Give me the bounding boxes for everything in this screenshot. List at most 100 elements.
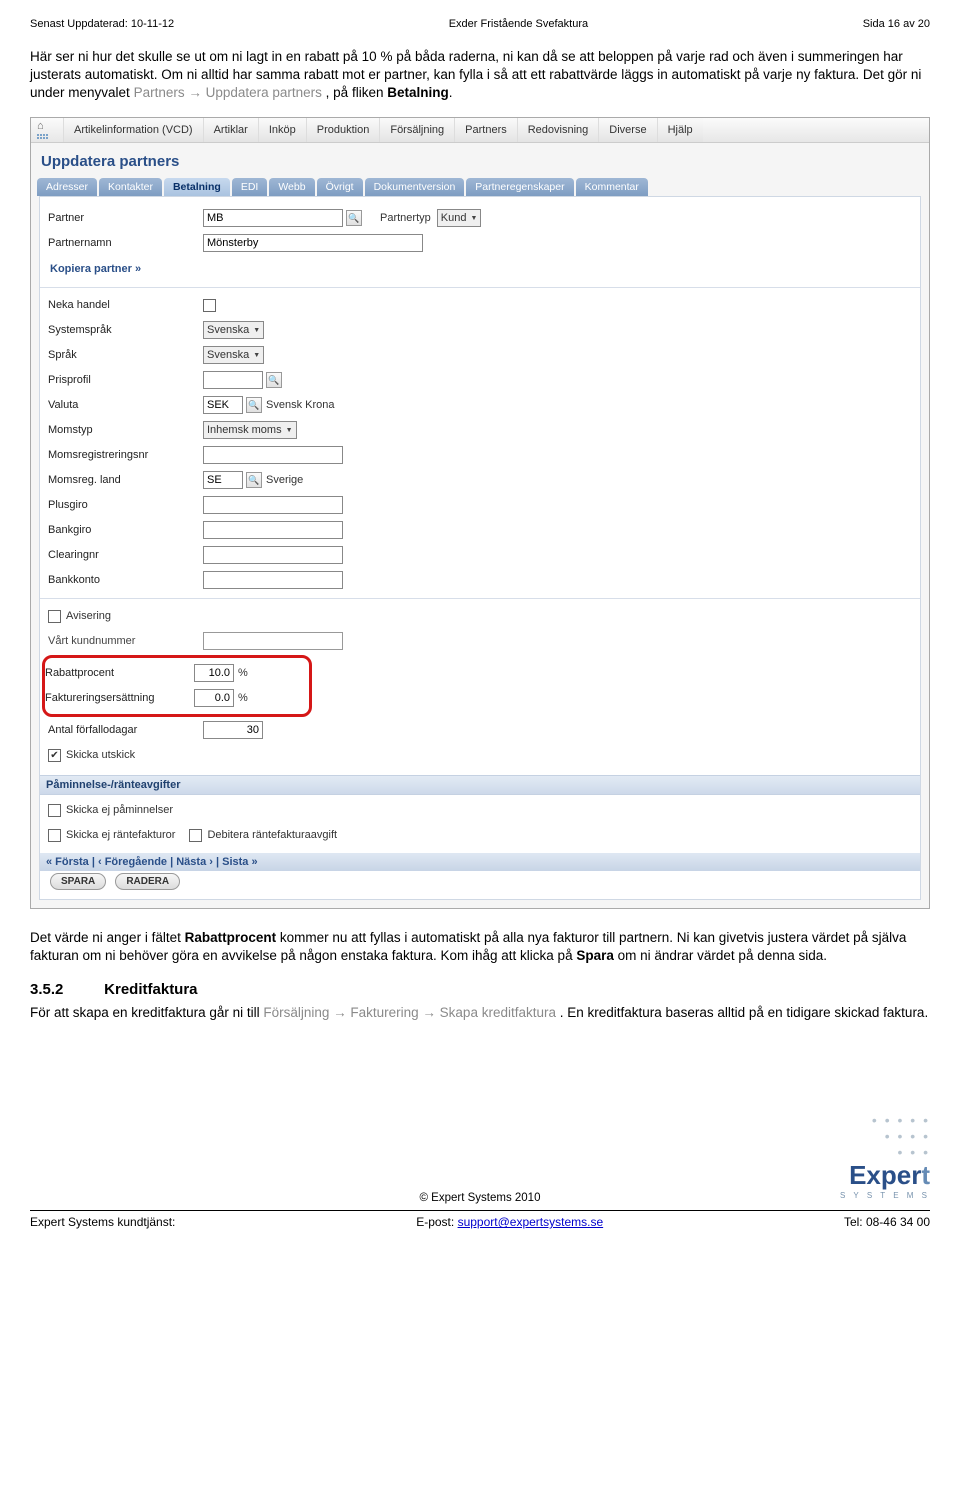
momsregland-input[interactable] (203, 471, 243, 489)
label: Plusgiro (48, 499, 203, 511)
row-avisering: Avisering (48, 605, 912, 628)
checkbox[interactable] (48, 804, 61, 817)
lookup-icon[interactable]: 🔍 (246, 397, 262, 413)
row-skicka-ej-rantefakturor: Skicka ej räntefakturor Debitera räntefa… (48, 824, 912, 847)
label: Systemspråk (48, 324, 203, 336)
clearingnr-input[interactable] (203, 546, 343, 564)
app-menubar: ⌂ Artikelinformation (VCD) Artiklar Inkö… (31, 118, 929, 143)
kopiera-partner-link[interactable]: Kopiera partner » (48, 257, 143, 281)
divider (40, 287, 920, 288)
menu-item[interactable]: Produktion (306, 118, 380, 142)
faktureringsersattning-input[interactable] (194, 689, 234, 707)
label: Skicka ej räntefakturor (66, 829, 175, 841)
menu-item[interactable]: Redovisning (517, 118, 599, 142)
menu-item[interactable]: Diverse (598, 118, 656, 142)
label: Vårt kundnummer (48, 635, 203, 647)
rabatt-unit: % (238, 667, 248, 679)
t: För att skapa en kreditfaktura går ni ti… (30, 1005, 263, 1020)
brand-name: Expert (30, 1160, 930, 1191)
header-right: Sida 16 av 20 (863, 18, 930, 30)
checkbox[interactable] (48, 829, 61, 842)
valuta-input[interactable] (203, 396, 243, 414)
lookup-icon[interactable]: 🔍 (346, 210, 362, 226)
avisering-checkbox[interactable] (48, 610, 61, 623)
rabatt-highlight: Rabattprocent % Faktureringsersättning % (42, 655, 312, 717)
tab-partneregenskaper[interactable]: Partneregenskaper (466, 178, 573, 196)
bankgiro-input[interactable] (203, 521, 343, 539)
t: Det värde ni anger i fältet (30, 930, 185, 945)
row-plusgiro: Plusgiro (48, 494, 912, 517)
partnernamn-input[interactable] (203, 234, 423, 252)
tab-ovrigt[interactable]: Övrigt (317, 178, 363, 196)
menu-item[interactable]: Partners (454, 118, 517, 142)
pager[interactable]: « Första | ‹ Föregående | Nästa › | Sist… (40, 853, 920, 871)
copyright: © Expert Systems 2010 (30, 1192, 930, 1204)
label: Prisprofil (48, 374, 203, 386)
brand-text-x: t (921, 1160, 930, 1190)
row-systemsprak: Systemspråk Svenska (48, 319, 912, 342)
bankkonto-input[interactable] (203, 571, 343, 589)
lookup-icon[interactable]: 🔍 (246, 472, 262, 488)
tab-webb[interactable]: Webb (269, 178, 314, 196)
row-partner: Partner 🔍 Partnertyp Kund (48, 207, 912, 230)
row-bankgiro: Bankgiro (48, 519, 912, 542)
row-bankkonto: Bankkonto (48, 569, 912, 592)
tab-edi[interactable]: EDI (232, 178, 268, 196)
label: Bankkonto (48, 574, 203, 586)
label: Momsreg. land (48, 474, 203, 486)
menu-item[interactable]: Inköp (258, 118, 306, 142)
row-neka-handel: Neka handel (48, 294, 912, 317)
footer-mid: E-post: support@expertsystems.se (416, 1215, 603, 1229)
section-352-paragraph: För att skapa en kreditfaktura går ni ti… (30, 1004, 930, 1022)
tab-kontakter[interactable]: Kontakter (99, 178, 162, 196)
rabattprocent-input[interactable] (194, 664, 234, 682)
tab-kommentar[interactable]: Kommentar (576, 178, 648, 196)
label: Skicka ej påminnelser (66, 804, 173, 816)
momsregnr-input[interactable] (203, 446, 343, 464)
label: Clearingnr (48, 549, 203, 561)
section-paminnelse: Påminnelse-/ränteavgifter (40, 775, 920, 795)
forfallodagar-input[interactable] (203, 721, 263, 739)
sprak-select[interactable]: Svenska (203, 346, 264, 364)
button-bar: SPARA RADERA (48, 875, 912, 887)
value: Svenska (207, 349, 249, 361)
menu-item[interactable]: Artiklar (203, 118, 258, 142)
delete-button[interactable]: RADERA (115, 873, 180, 890)
neka-handel-checkbox[interactable] (203, 299, 216, 312)
save-button[interactable]: SPARA (50, 873, 106, 890)
row-prisprofil: Prisprofil 🔍 (48, 369, 912, 392)
label: Skicka utskick (66, 749, 135, 761)
tab-adresser[interactable]: Adresser (37, 178, 97, 196)
tab-strip: Adresser Kontakter Betalning EDI Webb Öv… (31, 178, 929, 196)
lookup-icon[interactable]: 🔍 (266, 372, 282, 388)
partner-input[interactable] (203, 209, 343, 227)
intro-tabname: Betalning (387, 85, 449, 100)
momsregland-display: Sverige (266, 474, 303, 486)
skicka-utskick-checkbox[interactable]: ✔ (48, 749, 61, 762)
plusgiro-input[interactable] (203, 496, 343, 514)
label: Debitera räntefakturaavgift (207, 829, 337, 841)
menubar-home-cell[interactable]: ⌂ (35, 118, 63, 142)
momstyp-select[interactable]: Inhemsk moms (203, 421, 297, 439)
tab-betalning[interactable]: Betalning (164, 178, 230, 196)
checkbox[interactable] (189, 829, 202, 842)
menu-item[interactable]: Artikelinformation (VCD) (63, 118, 203, 142)
vart-kundnummer-input[interactable] (203, 632, 343, 650)
label: Bankgiro (48, 524, 203, 536)
tab-dokumentversion[interactable]: Dokumentversion (365, 178, 465, 196)
row-sprak: Språk Svenska (48, 344, 912, 367)
menu-item[interactable]: Försäljning (379, 118, 454, 142)
row-vart-kundnummer: Vårt kundnummer (48, 630, 912, 653)
row-valuta: Valuta 🔍 Svensk Krona (48, 394, 912, 417)
label-partnernamn: Partnernamn (48, 237, 203, 249)
footer-left: Expert Systems kundtjänst: (30, 1215, 175, 1229)
row-skicka-utskick: ✔ Skicka utskick (48, 744, 912, 767)
heading-3-5-2: 3.5.2 Kreditfaktura (30, 981, 930, 998)
partnertyp-select[interactable]: Kund (437, 209, 482, 227)
t-bold: Rabattprocent (185, 930, 277, 945)
support-email-link[interactable]: support@expertsystems.se (458, 1215, 604, 1229)
menu-item[interactable]: Hjälp (657, 118, 703, 142)
label-partner: Partner (48, 212, 203, 224)
prisprofil-input[interactable] (203, 371, 263, 389)
systemsprak-select[interactable]: Svenska (203, 321, 264, 339)
